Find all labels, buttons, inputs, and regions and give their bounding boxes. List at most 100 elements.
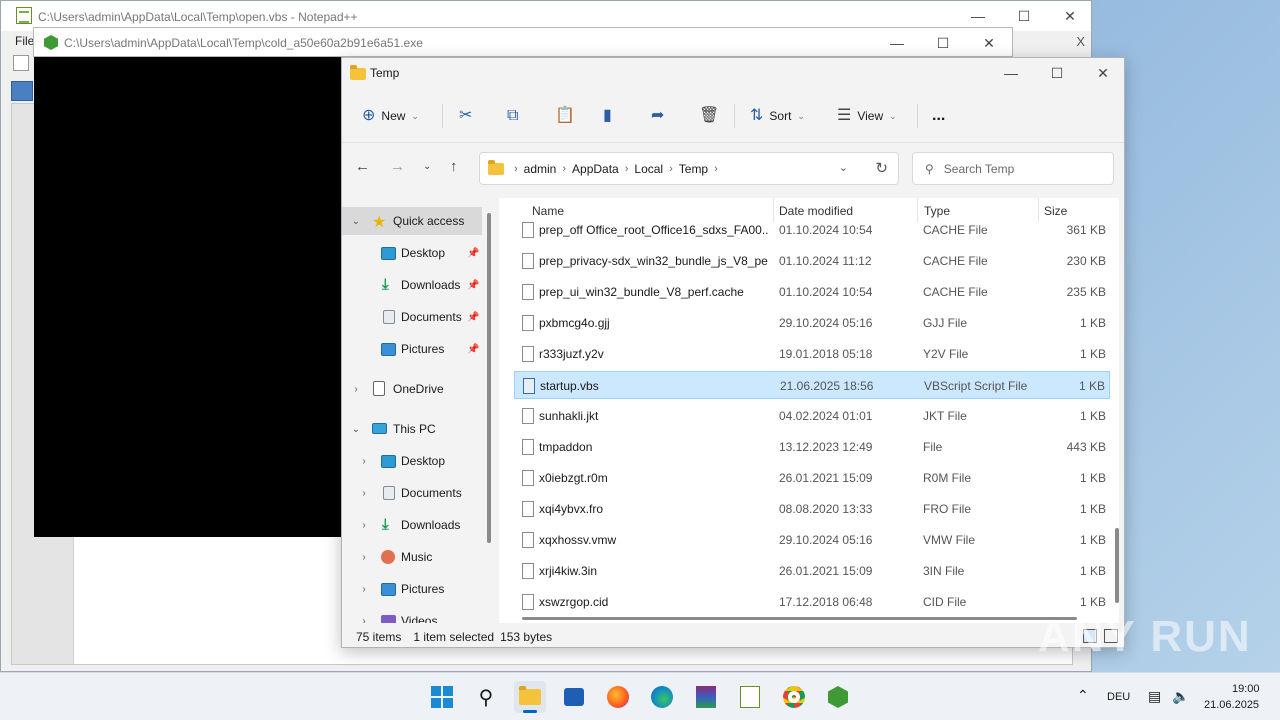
up-arrow-icon[interactable]: ↑ [450, 158, 458, 175]
breadcrumb-appdata[interactable]: AppData [572, 162, 619, 176]
volume-icon[interactable]: 🔈 [1172, 688, 1189, 705]
computer-icon [372, 423, 387, 434]
file-list-horizontal-scrollbar[interactable] [522, 617, 1077, 620]
paste-button[interactable]: 📋 [555, 104, 575, 128]
nav-pc-videos[interactable]: › Videos [342, 607, 482, 623]
forward-arrow-icon[interactable]: → [390, 158, 405, 175]
recent-locations-chevron-icon[interactable]: ⌄ [423, 161, 431, 172]
share-button[interactable]: ➦ [651, 104, 664, 128]
cold-exe-window-titlebar[interactable]: C:\Users\admin\AppData\Local\Temp\cold_a… [33, 27, 1013, 57]
toolbar-divider [442, 104, 443, 128]
file-row[interactable]: prep_off Office_root_Office16_sdxs_FA00.… [514, 216, 1110, 244]
file-row[interactable]: x0iebzgt.r0m 26.01.2021 15:09 R0M File 1 KB [514, 464, 1110, 492]
notepadpp-taskbar-button[interactable] [734, 681, 766, 713]
file-row[interactable]: r333juzf.y2v 19.01.2018 05:18 Y2V File 1 KB [514, 340, 1110, 368]
menu-file[interactable]: File [15, 34, 34, 48]
search-box[interactable]: ⚲ Search Temp [912, 152, 1114, 185]
nav-quick-access[interactable]: ⌄ ★ Quick access [342, 207, 482, 235]
search-icon: ⚲ [478, 686, 494, 709]
file-row[interactable]: startup.vbs 21.06.2025 18:56 VBScript Scri… [514, 371, 1110, 399]
nav-onedrive[interactable]: › OneDrive [342, 375, 482, 403]
close-doc-button[interactable]: X [1076, 34, 1085, 49]
winrar-taskbar-button[interactable] [690, 681, 722, 713]
explorer-titlebar[interactable]: Temp — ☐ ✕ [342, 58, 1124, 88]
refresh-icon[interactable]: ↻ [875, 159, 888, 177]
file-row[interactable]: xqi4ybvx.fro 08.08.2020 13:33 FRO File 1 KB [514, 495, 1110, 523]
nav-pc-downloads[interactable]: › ⤓ Downloads [342, 511, 482, 539]
file-size: 235 KB [1066, 285, 1106, 299]
nav-qa-downloads[interactable]: ⤓ Downloads 📌 [342, 271, 482, 299]
clock-date[interactable]: 21.06.2025 [1204, 699, 1259, 711]
file-row[interactable]: xswzrgop.cid 17.12.2018 06:48 CID File 1 KB [514, 588, 1110, 616]
network-icon[interactable]: ▤ [1148, 688, 1161, 705]
breadcrumb-separator: › [714, 162, 718, 175]
file-type: CACHE File [923, 223, 988, 237]
back-arrow-icon[interactable]: ← [355, 158, 370, 175]
file-row[interactable]: xqxhossv.vmw 29.10.2024 05:16 VMW File 1 KB [514, 526, 1110, 554]
close-icon[interactable]: ✕ [1047, 1, 1093, 31]
notepadpp-icon [740, 686, 760, 708]
file-icon [522, 346, 534, 362]
show-hidden-icons-chevron-icon[interactable]: ⌃ [1077, 687, 1089, 704]
address-bar[interactable]: › admin › AppData › Local › Temp › ⌄ ↻ [479, 152, 899, 185]
nav-qa-documents[interactable]: Documents 📌 [342, 303, 482, 331]
file-row[interactable]: xrji4kiw.3in 26.01.2021 15:09 3IN File 1 KB [514, 557, 1110, 585]
maximize-icon[interactable]: ☐ [920, 28, 966, 58]
document-tab-icon[interactable] [11, 81, 33, 101]
breadcrumb-local[interactable]: Local [634, 162, 663, 176]
file-row[interactable]: prep_ui_win32_bundle_V8_perf.cache 01.10.… [514, 278, 1110, 306]
file-row[interactable]: tmpaddon 13.12.2023 12:49 File 443 KB [514, 433, 1110, 461]
new-button[interactable]: ⊕ New ⌄ [362, 104, 419, 128]
file-type: VBScript Script File [924, 379, 1028, 393]
maximize-icon[interactable]: ☐ [1034, 58, 1080, 88]
command-bar: ⊕ New ⌄ ✂ ⧉ 📋 ▮ ➦ 🗑 ⇅ Sort ⌄ ☰ View ⌄ ..… [342, 88, 1124, 143]
view-button[interactable]: ☰ View ⌄ [837, 104, 897, 128]
status-selected: 1 item selected [413, 630, 495, 644]
sort-button[interactable]: ⇅ Sort ⌄ [750, 104, 805, 128]
firefox-taskbar-button[interactable] [602, 681, 634, 713]
cut-button[interactable]: ✂ [459, 104, 472, 128]
nav-label: Quick access [393, 214, 465, 228]
file-date-modified: 13.12.2023 12:49 [779, 440, 873, 454]
file-row[interactable]: sunhakli.jkt 04.02.2024 01:01 JKT File 1 KB [514, 402, 1110, 430]
language-indicator[interactable]: DEU [1107, 691, 1130, 703]
nav-pc-documents[interactable]: › Documents [342, 479, 482, 507]
new-file-icon[interactable] [13, 55, 29, 71]
file-type: CACHE File [923, 285, 988, 299]
pin-icon: 📌 [467, 247, 480, 259]
delete-button[interactable]: 🗑 [699, 104, 719, 128]
file-explorer-taskbar-button[interactable] [514, 681, 546, 713]
file-size: 1 KB [1079, 595, 1106, 609]
nav-pc-desktop[interactable]: › Desktop [342, 447, 482, 475]
edge-taskbar-button[interactable] [646, 681, 678, 713]
pictures-icon [381, 583, 396, 596]
nav-this-pc[interactable]: ⌄ This PC [342, 415, 482, 443]
file-list-vertical-scrollbar[interactable] [1115, 528, 1119, 603]
chevron-right-icon: › [362, 615, 366, 624]
close-icon[interactable]: ✕ [1080, 58, 1126, 88]
notepadpp-title: C:\Users\admin\AppData\Local\Temp\open.v… [38, 10, 358, 24]
chrome-taskbar-button[interactable] [778, 681, 810, 713]
nav-pc-pictures[interactable]: › Pictures [342, 575, 482, 603]
nav-qa-desktop[interactable]: Desktop 📌 [342, 239, 482, 267]
file-row[interactable]: pxbmcg4o.gjj 29.10.2024 05:16 GJJ File 1 KB [514, 309, 1110, 337]
breadcrumb-temp[interactable]: Temp [679, 162, 708, 176]
start-button[interactable] [426, 681, 458, 713]
cold-exe-taskbar-button[interactable] [822, 681, 854, 713]
nav-pc-music[interactable]: › Music [342, 543, 482, 571]
search-taskbar-button[interactable]: ⚲ [470, 681, 502, 713]
file-row[interactable]: prep_privacy-sdx_win32_bundle_js_V8_pe..… [514, 247, 1110, 275]
clock-time[interactable]: 19:00 [1232, 683, 1260, 695]
close-icon[interactable]: ✕ [966, 28, 1012, 58]
nav-qa-pictures[interactable]: Pictures 📌 [342, 335, 482, 363]
store-taskbar-button[interactable] [558, 681, 590, 713]
nav-pane-scrollbar[interactable] [487, 213, 491, 543]
see-more-button[interactable]: ... [932, 104, 945, 128]
breadcrumb-admin[interactable]: admin [524, 162, 557, 176]
minimize-icon[interactable]: — [874, 28, 920, 58]
address-dropdown-icon[interactable]: ⌄ [839, 161, 848, 174]
copy-button[interactable]: ⧉ [507, 104, 518, 128]
rename-button[interactable]: ▮ [603, 104, 612, 128]
minimize-icon[interactable]: — [988, 58, 1034, 88]
nav-label: Videos [401, 614, 438, 623]
